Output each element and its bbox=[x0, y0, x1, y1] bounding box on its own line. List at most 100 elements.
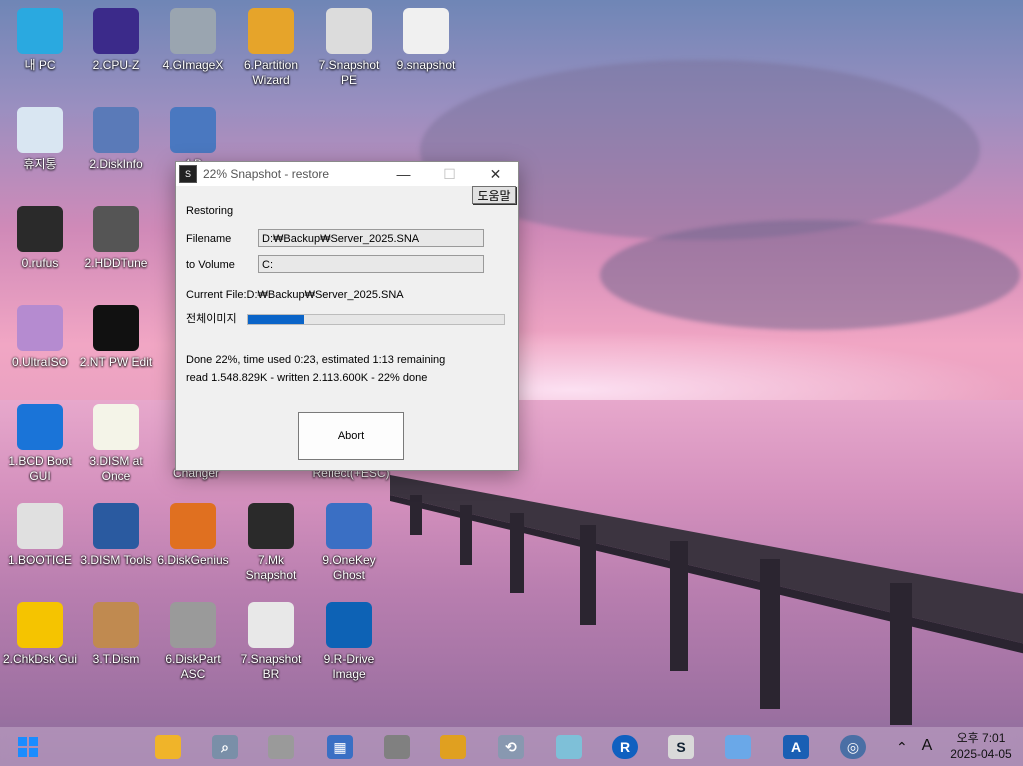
desktop-icon-image bbox=[326, 8, 372, 54]
desktop-icon-image bbox=[17, 503, 63, 549]
desktop-icon-image bbox=[248, 602, 294, 648]
desktop-icon-image bbox=[248, 8, 294, 54]
desktop-icon[interactable]: 1.BOOTICE bbox=[1, 503, 79, 568]
desktop-icon[interactable]: 2.DiskInfo bbox=[77, 107, 155, 172]
desktop-icon-image bbox=[93, 602, 139, 648]
desktop-icon-image bbox=[17, 8, 63, 54]
onekey-ghost-icon[interactable]: ◎ bbox=[840, 735, 866, 759]
desktop-icon-image bbox=[170, 602, 216, 648]
usb-tool-icon[interactable] bbox=[556, 735, 582, 759]
desktop-icon[interactable]: 2.HDDTune bbox=[77, 206, 155, 271]
desktop-icon-label: 1.BCD Boot GUI bbox=[8, 454, 72, 483]
dialog-titlebar[interactable]: S 22% Snapshot - restore — ☐ ✕ bbox=[176, 162, 518, 186]
desktop-icon-label: 2.CPU-Z bbox=[92, 58, 140, 72]
desktop-icon-image bbox=[17, 107, 63, 153]
desktop-icon-label: 6.Partition Wizard bbox=[243, 58, 299, 87]
clock[interactable]: 오후 7:01 2025-04-05 bbox=[941, 730, 1021, 762]
desktop-icon-image bbox=[17, 305, 63, 351]
image-progress-label: 전체이미지 bbox=[186, 313, 237, 325]
desktop-icon-label: 7.Mk Snapshot bbox=[245, 553, 297, 582]
diskpart-icon[interactable] bbox=[384, 735, 410, 759]
desktop-icon-image bbox=[93, 503, 139, 549]
desktop-icon[interactable]: 2.CPU-Z bbox=[77, 8, 155, 73]
partition-wizard-icon[interactable] bbox=[440, 735, 466, 759]
desktop-icon-label: 2.HDDTune bbox=[84, 256, 148, 270]
desktop-icon[interactable]: 7.Snapshot PE bbox=[310, 8, 388, 88]
desktop-icon-image bbox=[17, 206, 63, 252]
restoring-label: Restoring bbox=[186, 205, 234, 217]
status-io-text: read 1.548.829K - written 2.113.600K - 2… bbox=[186, 372, 428, 384]
abort-button[interactable]: Abort bbox=[298, 412, 404, 460]
network-tool-icon[interactable] bbox=[725, 735, 751, 759]
desktop-icon-label: 9.snapshot bbox=[396, 58, 456, 72]
desktop-icon-label: 1.BOOTICE bbox=[7, 553, 72, 567]
desktop-icon-label: 4.GImageX bbox=[162, 58, 224, 72]
desktop-icon[interactable]: 4.GImageX bbox=[154, 8, 232, 73]
desktop-icon-label: 3.DISM at Once bbox=[89, 454, 143, 483]
search-icon[interactable]: ⌕ bbox=[212, 735, 238, 759]
desktop-icon-image bbox=[326, 503, 372, 549]
desktop-icon-label: 0.rufus bbox=[21, 256, 59, 270]
desktop-icon-image bbox=[93, 305, 139, 351]
desktop-icon[interactable]: 7.Mk Snapshot bbox=[232, 503, 310, 583]
desktop-icon-image bbox=[403, 8, 449, 54]
desktop-icon[interactable]: 0.UltraISO bbox=[1, 305, 79, 370]
desktop-icon-image bbox=[93, 8, 139, 54]
desktop-icon[interactable]: 3.T.Dism bbox=[77, 602, 155, 667]
maximize-button: ☐ bbox=[443, 165, 456, 182]
ime-indicator[interactable]: A bbox=[919, 738, 935, 754]
desktop-icon-label: 휴지통 bbox=[23, 157, 57, 171]
progress-fill bbox=[248, 315, 305, 324]
r-drive-icon[interactable]: R bbox=[612, 735, 638, 759]
snapshot-icon[interactable]: S bbox=[668, 735, 694, 759]
filename-field: D:₩Backup₩Server_2025.SNA bbox=[258, 229, 484, 247]
cloud bbox=[600, 220, 1020, 330]
help-button[interactable]: 도움말 bbox=[472, 186, 516, 204]
image-progress-bar bbox=[247, 314, 505, 325]
desktop-icon[interactable]: 6.Partition Wizard bbox=[232, 8, 310, 88]
current-file-text: Current File:D:₩Backup₩Server_2025.SNA bbox=[186, 289, 404, 301]
taskbar: ⌕ ▦ ⟲ R S A ◎ ⌃ A 오후 7:01 2025-04-05 bbox=[0, 727, 1023, 766]
desktop-icon[interactable]: 3.DISM at Once bbox=[77, 404, 155, 484]
desktop-icon-label: 9.R-Drive Image bbox=[323, 652, 375, 681]
desktop-icon[interactable]: 2.ChkDsk Gui bbox=[1, 602, 79, 667]
desktop-icon[interactable]: 3.DISM Tools bbox=[77, 503, 155, 568]
snapshot-app-icon: S bbox=[179, 165, 197, 183]
desktop-icon[interactable]: 2.NT PW Edit bbox=[77, 305, 155, 370]
desktop-icon-image bbox=[17, 602, 63, 648]
desktop-icon-label: 6.DiskPart ASC bbox=[165, 652, 221, 681]
start-button[interactable] bbox=[15, 735, 41, 759]
desktop-icon-label: 내 PC bbox=[24, 58, 56, 72]
file-explorer-icon[interactable] bbox=[155, 735, 181, 759]
snapshot-pe-icon[interactable]: ⟲ bbox=[498, 735, 524, 759]
desktop-icon[interactable]: 9.OneKey Ghost bbox=[310, 503, 388, 583]
acronis-icon[interactable]: A bbox=[783, 735, 809, 759]
drive-tool-icon[interactable] bbox=[268, 735, 294, 759]
desktop-icon[interactable]: 6.DiskPart ASC bbox=[154, 602, 232, 682]
volume-label: to Volume bbox=[186, 259, 235, 271]
filename-label: Filename bbox=[186, 233, 232, 245]
desktop-icon[interactable]: 0.rufus bbox=[1, 206, 79, 271]
desktop-icon[interactable]: 내 PC bbox=[1, 8, 79, 73]
desktop-icon[interactable]: 7.Snapshot BR bbox=[232, 602, 310, 682]
desktop-icon[interactable]: 6.DiskGenius bbox=[154, 503, 232, 568]
desktop-icon-image bbox=[93, 206, 139, 252]
chevron-up-icon[interactable]: ⌃ bbox=[896, 739, 908, 755]
desktop-icon[interactable]: 9.R-Drive Image bbox=[310, 602, 388, 682]
close-button[interactable]: ✕ bbox=[473, 162, 518, 186]
snapshot-restore-dialog: S 22% Snapshot - restore — ☐ ✕ 도움말 Resto… bbox=[175, 161, 519, 471]
clock-time: 오후 7:01 bbox=[956, 731, 1006, 745]
desktop-icon-label: 7.Snapshot PE bbox=[318, 58, 380, 87]
volume-field: C: bbox=[258, 255, 484, 273]
desktop-icon-image bbox=[248, 503, 294, 549]
desktop-icon[interactable]: 9.snapshot bbox=[387, 8, 465, 73]
clock-date: 2025-04-05 bbox=[950, 747, 1012, 761]
desktop-icon-label: 0.UltraISO bbox=[11, 355, 68, 369]
dism-icon[interactable]: ▦ bbox=[327, 735, 353, 759]
minimize-button[interactable]: — bbox=[381, 162, 426, 186]
desktop-icon[interactable]: 1.BCD Boot GUI bbox=[1, 404, 79, 484]
desktop-icon-label: 2.DiskInfo bbox=[89, 157, 143, 171]
desktop-icon[interactable]: 휴지통 bbox=[1, 107, 79, 172]
desktop-icon-label: 2.NT PW Edit bbox=[79, 355, 153, 369]
desktop-icon-image bbox=[93, 404, 139, 450]
